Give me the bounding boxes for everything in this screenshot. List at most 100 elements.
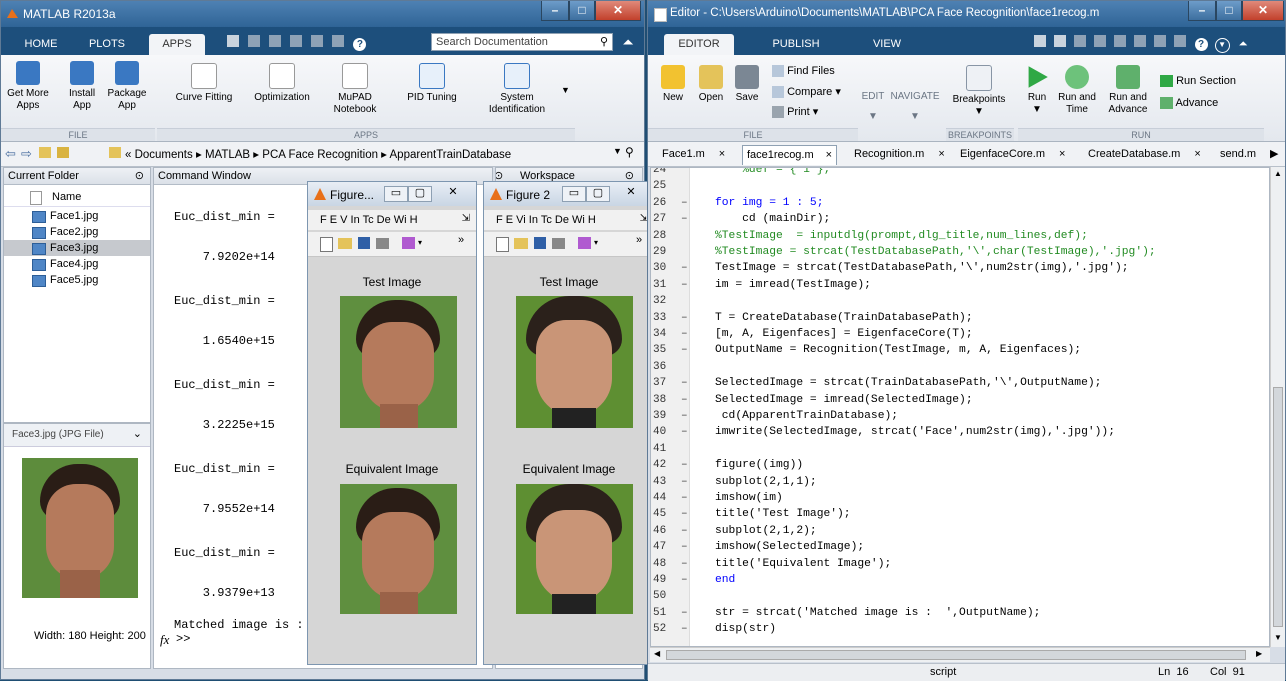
tab-apps[interactable]: APPS bbox=[149, 34, 205, 55]
save-icon[interactable] bbox=[358, 237, 370, 249]
code-text[interactable]: SelectedImage = strcat(TrainDatabasePath… bbox=[715, 376, 1101, 391]
line-number[interactable]: 36 bbox=[653, 360, 681, 375]
line-marker[interactable]: – bbox=[681, 261, 688, 276]
path-search-icon[interactable]: ⚲ bbox=[625, 145, 634, 159]
figure-1-menu[interactable]: F E V In Tc De Wi H bbox=[320, 214, 418, 226]
code-editor[interactable]: 24 %def = {'1'}; 25 26– for img = 1 : 5; 27–… bbox=[650, 167, 1270, 647]
print-icon[interactable] bbox=[376, 238, 389, 249]
search-input[interactable]: Search Documentation bbox=[436, 36, 548, 48]
tab-home[interactable]: HOME bbox=[15, 34, 67, 55]
line-number[interactable]: 25 bbox=[653, 179, 681, 194]
run-and-time-button[interactable]: Run and Time bbox=[1056, 65, 1098, 116]
brush-icon[interactable] bbox=[402, 237, 415, 249]
collapse-toolstrip-icon[interactable]: ⏶ bbox=[1239, 38, 1248, 51]
run-button[interactable]: Run ▼ bbox=[1022, 65, 1052, 116]
line-marker[interactable]: – bbox=[681, 409, 688, 424]
line-marker[interactable]: – bbox=[681, 343, 688, 358]
line-number[interactable]: 24 bbox=[653, 168, 681, 178]
navigate-button[interactable]: NAVIGATE ▼ bbox=[890, 91, 940, 123]
code-text[interactable]: cd (mainDir); bbox=[715, 212, 830, 227]
new-figure-icon[interactable] bbox=[496, 237, 509, 252]
line-marker[interactable]: – bbox=[681, 540, 688, 555]
code-line[interactable]: 49– end bbox=[651, 573, 1261, 588]
code-text[interactable]: [m, A, Eigenfaces] = EigenfaceCore(T); bbox=[715, 327, 973, 342]
close-button[interactable]: ✕ bbox=[616, 186, 646, 200]
help-icon[interactable]: ? bbox=[353, 38, 367, 51]
code-text[interactable]: cd(ApparentTrainDatabase); bbox=[715, 409, 898, 424]
close-tab-icon[interactable]: × bbox=[938, 148, 944, 160]
breadcrumb-documents[interactable]: « Documents bbox=[125, 149, 193, 161]
line-number[interactable]: 31 bbox=[653, 278, 681, 293]
close-tab-icon[interactable]: × bbox=[826, 149, 832, 161]
breakpoints-button[interactable]: Breakpoints ▼ bbox=[948, 65, 1010, 118]
line-marker[interactable]: – bbox=[681, 196, 688, 211]
brush-dropdown-icon[interactable]: ▾ bbox=[594, 238, 598, 247]
editor-vertical-scrollbar[interactable]: ▲ ▼ bbox=[1270, 167, 1285, 647]
code-text[interactable]: str = strcat('Matched image is : ',Outpu… bbox=[715, 606, 1040, 621]
code-line[interactable]: 30– TestImage = strcat(TestDatabasePath,'… bbox=[651, 261, 1261, 276]
list-item[interactable]: Face2.jpg bbox=[4, 224, 150, 240]
copy-icon[interactable] bbox=[269, 35, 282, 47]
minimize-button[interactable]: ▭ bbox=[384, 186, 408, 202]
tab-plots[interactable]: PLOTS bbox=[81, 34, 133, 55]
code-line[interactable]: 51– str = strcat('Matched image is : ',Ou… bbox=[651, 606, 1261, 621]
run-and-advance-button[interactable]: Run and Advance bbox=[1104, 65, 1152, 116]
code-line[interactable]: 44– imshow(im) bbox=[651, 491, 1261, 506]
code-line[interactable]: 38– SelectedImage = imread(SelectedImage)… bbox=[651, 393, 1261, 408]
line-number[interactable]: 39 bbox=[653, 409, 681, 424]
line-number[interactable]: 49 bbox=[653, 573, 681, 588]
package-app-button[interactable]: Package App bbox=[105, 61, 149, 112]
line-marker[interactable]: – bbox=[681, 524, 688, 539]
line-number[interactable]: 50 bbox=[653, 589, 681, 604]
code-text[interactable]: %def = {'1'}; bbox=[715, 168, 830, 178]
line-number[interactable]: 48 bbox=[653, 557, 681, 572]
line-number[interactable]: 37 bbox=[653, 376, 681, 391]
brush-icon[interactable] bbox=[578, 237, 591, 249]
code-text[interactable]: subplot(2,1,1); bbox=[715, 475, 817, 490]
curve-fitting-button[interactable]: Curve Fitting bbox=[169, 63, 239, 104]
line-marker[interactable]: – bbox=[681, 606, 688, 621]
search-icon[interactable]: ⚲ bbox=[600, 35, 608, 48]
maximize-button[interactable]: □ bbox=[1216, 1, 1242, 21]
code-text[interactable]: end bbox=[715, 573, 735, 588]
open-button[interactable]: Open bbox=[696, 65, 726, 104]
line-marker[interactable]: – bbox=[681, 573, 688, 588]
line-number[interactable]: 41 bbox=[653, 442, 681, 457]
apps-gallery-more-icon[interactable]: ▼ bbox=[561, 85, 570, 95]
line-marker[interactable]: – bbox=[681, 491, 688, 506]
get-more-apps-button[interactable]: Get More Apps bbox=[7, 61, 49, 112]
code-line[interactable]: 32 bbox=[651, 294, 1261, 309]
code-text[interactable]: TestImage = strcat(TestDatabasePath,'\',… bbox=[715, 261, 1129, 276]
code-line[interactable]: 48– title('Equivalent Image'); bbox=[651, 557, 1261, 572]
code-text[interactable]: subplot(2,1,2); bbox=[715, 524, 817, 539]
save-icon[interactable] bbox=[227, 35, 239, 47]
line-number[interactable]: 30 bbox=[653, 261, 681, 276]
code-line[interactable]: 26– for img = 1 : 5; bbox=[651, 196, 1261, 211]
line-number[interactable]: 42 bbox=[653, 458, 681, 473]
system-identification-button[interactable]: System Identification bbox=[477, 63, 557, 116]
brush-dropdown-icon[interactable]: ▾ bbox=[418, 238, 422, 247]
code-line[interactable]: 45– title('Test Image'); bbox=[651, 507, 1261, 522]
run-section-button[interactable]: Run Section bbox=[1160, 75, 1236, 88]
code-text[interactable]: OutputName = Recognition(TestImage, m, A… bbox=[715, 343, 1081, 358]
tab-face1recog-active[interactable]: face1recog.m × bbox=[742, 145, 838, 165]
code-line[interactable]: 50 bbox=[651, 589, 1261, 604]
line-marker[interactable]: – bbox=[681, 278, 688, 293]
save-all-icon[interactable] bbox=[1054, 35, 1067, 47]
open-icon[interactable] bbox=[514, 238, 528, 249]
code-text[interactable]: im = imread(TestImage); bbox=[715, 278, 871, 293]
line-marker[interactable]: – bbox=[681, 425, 688, 440]
code-line[interactable]: 46– subplot(2,1,2); bbox=[651, 524, 1261, 539]
line-number[interactable]: 44 bbox=[653, 491, 681, 506]
scroll-right-icon[interactable]: ▶ bbox=[1256, 649, 1262, 658]
code-text[interactable]: figure((img)) bbox=[715, 458, 803, 473]
close-button[interactable]: ✕ bbox=[438, 186, 468, 200]
code-line[interactable]: 36 bbox=[651, 360, 1261, 375]
cut-icon[interactable] bbox=[1074, 35, 1087, 47]
code-line[interactable]: 24 %def = {'1'}; bbox=[651, 168, 1261, 178]
line-marker[interactable]: – bbox=[681, 327, 688, 342]
command-prompt[interactable]: >> bbox=[176, 632, 190, 646]
search-box[interactable]: Search Documentation ⚲ bbox=[431, 33, 613, 51]
line-marker[interactable]: – bbox=[681, 557, 688, 572]
line-number[interactable]: 28 bbox=[653, 229, 681, 244]
